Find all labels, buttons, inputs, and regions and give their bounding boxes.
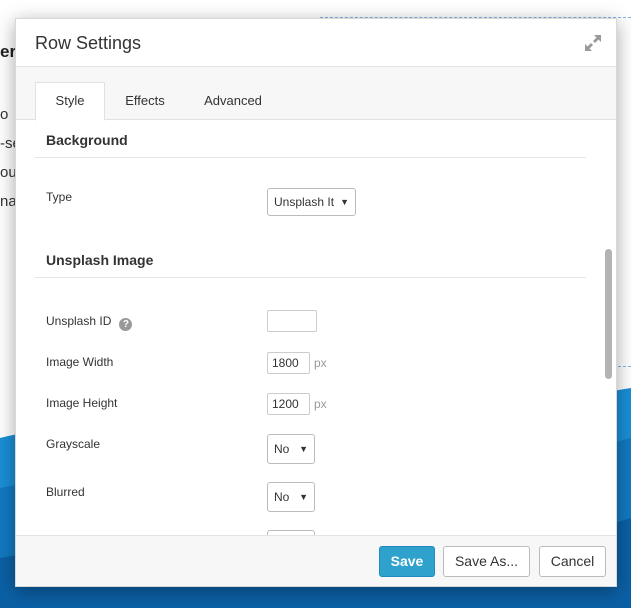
background-section-title: Background (46, 132, 128, 148)
background-type-value: Unsplash It (274, 195, 335, 209)
blurred-value: No (274, 490, 290, 504)
settings-tabs: Style Effects Advanced (16, 67, 616, 121)
blurred-select[interactable]: No ▼ (267, 482, 315, 512)
image-width-input[interactable] (267, 352, 310, 374)
image-height-unit: px (314, 397, 327, 411)
settings-content: Background Type Unsplash It ▼ Unsplash I… (16, 120, 616, 535)
unsplash-section-title: Unsplash Image (46, 252, 154, 268)
background-text-line: o (0, 106, 9, 123)
image-height-label: Image Height (46, 396, 118, 410)
dropdown-arrow-icon: ▼ (299, 492, 308, 502)
row-settings-dialog: Row Settings Style Effects Advanced Back… (15, 18, 617, 587)
dialog-footer: Save Save As... Cancel (16, 535, 616, 586)
background-heading: er (0, 42, 17, 61)
save-as-button[interactable]: Save As... (443, 546, 530, 577)
unsplash-id-label: Unsplash ID? (46, 314, 133, 331)
tab-effects[interactable]: Effects (119, 83, 171, 119)
unsplash-id-label-text: Unsplash ID (46, 314, 112, 328)
help-icon[interactable]: ? (119, 318, 133, 331)
dialog-header: Row Settings (16, 19, 616, 67)
grayscale-select[interactable]: No ▼ (267, 434, 315, 464)
type-label: Type (46, 190, 73, 204)
dialog-title: Row Settings (35, 33, 142, 53)
background-type-select[interactable]: Unsplash It ▼ (267, 188, 356, 216)
tab-advanced[interactable]: Advanced (199, 83, 267, 119)
image-height-input[interactable] (267, 393, 310, 415)
dropdown-arrow-icon: ▼ (337, 189, 349, 215)
image-width-unit: px (314, 356, 327, 370)
unsplash-id-input[interactable] (267, 310, 317, 332)
dropdown-arrow-icon: ▼ (299, 444, 308, 454)
expand-arrows-icon[interactable] (584, 34, 602, 52)
content-scrollbar[interactable] (605, 249, 612, 379)
image-width-label: Image Width (46, 355, 114, 369)
section-divider (35, 157, 586, 158)
grayscale-label: Grayscale (46, 437, 101, 451)
blurred-label: Blurred (46, 485, 85, 499)
grayscale-value: No (274, 442, 290, 456)
cancel-button[interactable]: Cancel (539, 546, 606, 577)
tab-style[interactable]: Style (35, 82, 105, 121)
save-button[interactable]: Save (379, 546, 435, 577)
section-divider (35, 277, 586, 278)
